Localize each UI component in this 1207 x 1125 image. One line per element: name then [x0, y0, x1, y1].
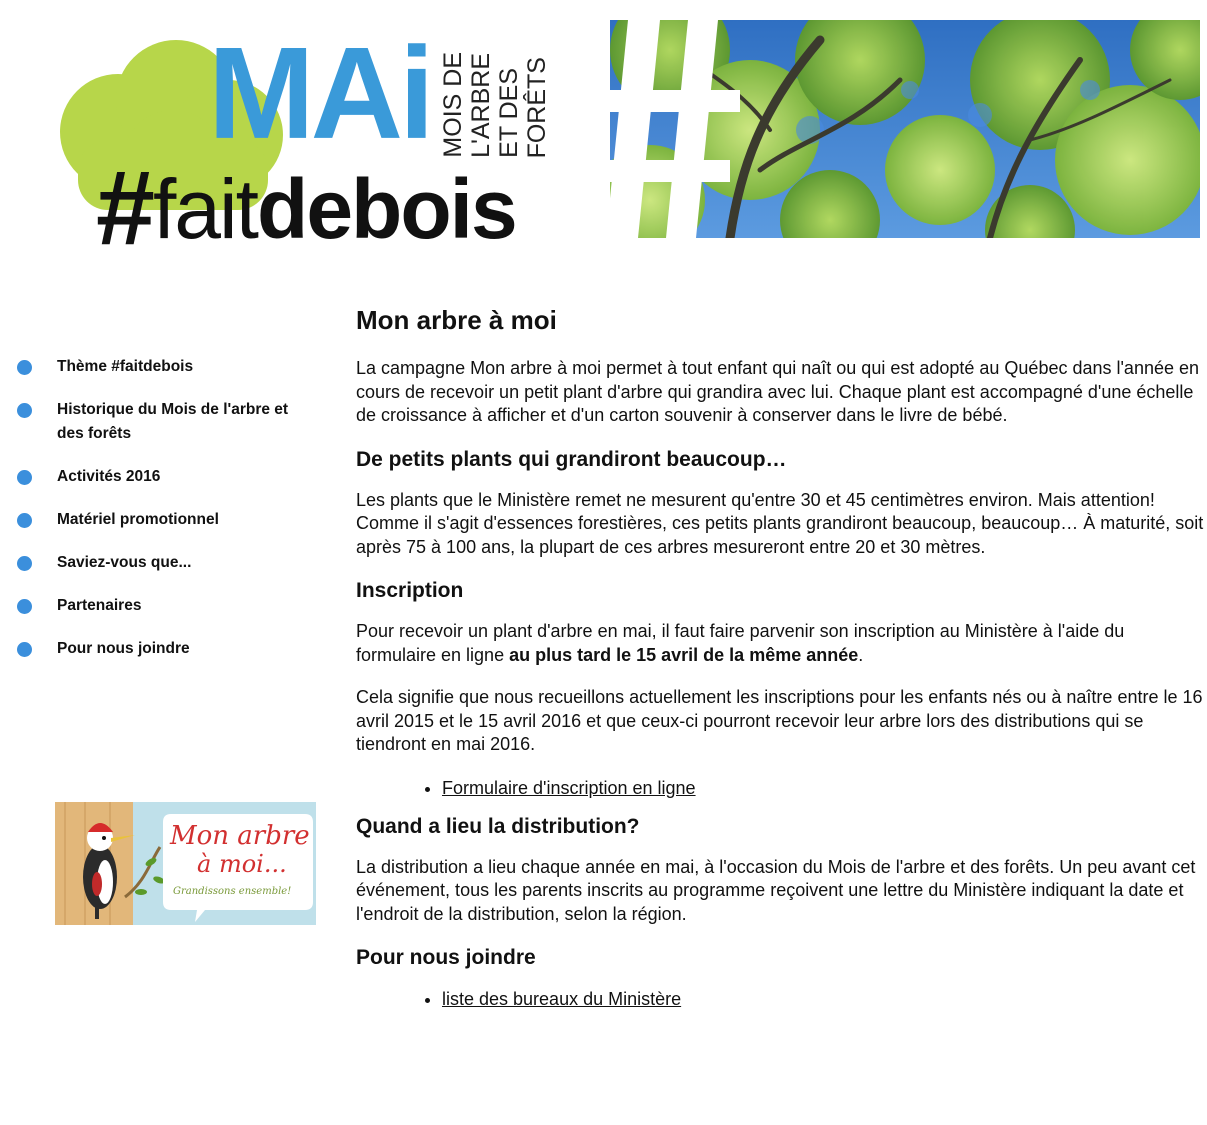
- sidebar-item-label: Saviez-vous que...: [57, 554, 192, 571]
- sidebar-item-label: Pour nous joindre: [57, 640, 190, 657]
- promo-title-line1: Mon arbre: [169, 821, 310, 851]
- logo-debois-text: debois: [257, 162, 518, 256]
- logo-fait-text: fait: [152, 162, 259, 256]
- inscription-text-end: .: [858, 644, 864, 665]
- section-heading-inscription: Inscription: [356, 579, 464, 602]
- sidebar-item-theme[interactable]: Thème #faitdebois: [0, 355, 319, 379]
- section-heading-petits-plants: De petits plants qui grandiront beaucoup…: [356, 447, 787, 471]
- logo-hash-symbol: #: [96, 149, 155, 267]
- logo-tagline-line: L'ARBRE: [467, 53, 495, 158]
- sidebar-menu: Thème #faitdebois Historique du Mois de …: [0, 355, 330, 661]
- sidebar-item-label: Historique du Mois de l'arbre et des for…: [57, 401, 289, 442]
- logo-tagline-line: FORÊTS: [523, 56, 551, 158]
- main-content: Mon arbre à moi La campagne Mon arbre à …: [356, 300, 1206, 1025]
- bullet-dot-icon: [17, 470, 32, 485]
- sidebar-item-label: Matériel promotionnel: [57, 511, 219, 528]
- bullet-dot-icon: [17, 403, 32, 418]
- petits-plants-paragraph: Les plants que le Ministère remet ne mes…: [356, 489, 1204, 557]
- promo-title-line2: à moi...: [197, 850, 287, 878]
- inscription-deadline: au plus tard le 15 avril de la même anné…: [509, 644, 859, 665]
- list-item: Formulaire d'inscription en ligne: [442, 776, 1206, 800]
- inscription-paragraph: Pour recevoir un plant d'arbre en mai, i…: [356, 620, 1206, 667]
- section-heading-distribution: Quand a lieu la distribution?: [356, 814, 640, 838]
- liste-bureaux-link[interactable]: liste des bureaux du Ministère: [442, 989, 681, 1009]
- section-heading-contact: Pour nous joindre: [356, 946, 536, 969]
- sidebar-item-historique[interactable]: Historique du Mois de l'arbre et des for…: [0, 398, 319, 446]
- logo-tagline-line: ET DES: [495, 68, 523, 158]
- bullet-dot-icon: [17, 642, 32, 657]
- sidebar-item-materiel[interactable]: Matériel promotionnel: [0, 508, 319, 532]
- logo-hashtag: #faitdebois: [96, 152, 518, 261]
- logo-tagline-line: MOIS DE: [439, 52, 467, 158]
- sidebar-item-saviez-vous[interactable]: Saviez-vous que...: [0, 551, 319, 575]
- site-banner: MAi MOIS DE L'ARBRE ET DES FORÊTS #faitd…: [0, 0, 1207, 261]
- distribution-paragraph: La distribution a lieu chaque année en m…: [356, 856, 1196, 924]
- contact-links: liste des bureaux du Ministère: [356, 987, 1206, 1011]
- sidebar-item-contact[interactable]: Pour nous joindre: [0, 637, 319, 661]
- sidebar-nav: Thème #faitdebois Historique du Mois de …: [0, 355, 330, 680]
- tree-canopy-photo: [610, 20, 1200, 238]
- bullet-dot-icon: [17, 556, 32, 571]
- sidebar-item-label: Activités 2016: [57, 468, 161, 485]
- sidebar-item-label: Partenaires: [57, 597, 142, 614]
- page-title: Mon arbre à moi: [356, 305, 557, 335]
- sidebar-item-label: Thème #faitdebois: [57, 358, 194, 375]
- list-item: liste des bureaux du Ministère: [442, 987, 1206, 1011]
- bullet-dot-icon: [17, 513, 32, 528]
- logo-tagline-vertical: MOIS DE L'ARBRE ET DES FORÊTS: [436, 38, 561, 158]
- sidebar-item-partenaires[interactable]: Partenaires: [0, 594, 319, 618]
- inscription-links: Formulaire d'inscription en ligne: [356, 776, 1206, 800]
- mon-arbre-a-moi-promo-banner[interactable]: Mon arbre à moi... Grandissons ensemble!: [55, 802, 316, 925]
- bullet-dot-icon: [17, 360, 32, 375]
- logo-mai-text: MAi: [208, 20, 435, 167]
- inscription-details-paragraph: Cela signifie que nous recueillons actue…: [356, 687, 1203, 754]
- promo-tagline: Grandissons ensemble!: [173, 886, 291, 897]
- bullet-dot-icon: [17, 599, 32, 614]
- formulaire-inscription-link[interactable]: Formulaire d'inscription en ligne: [442, 778, 696, 798]
- sidebar-item-activites[interactable]: Activités 2016: [0, 465, 319, 489]
- intro-paragraph: La campagne Mon arbre à moi permet à tou…: [356, 358, 1200, 425]
